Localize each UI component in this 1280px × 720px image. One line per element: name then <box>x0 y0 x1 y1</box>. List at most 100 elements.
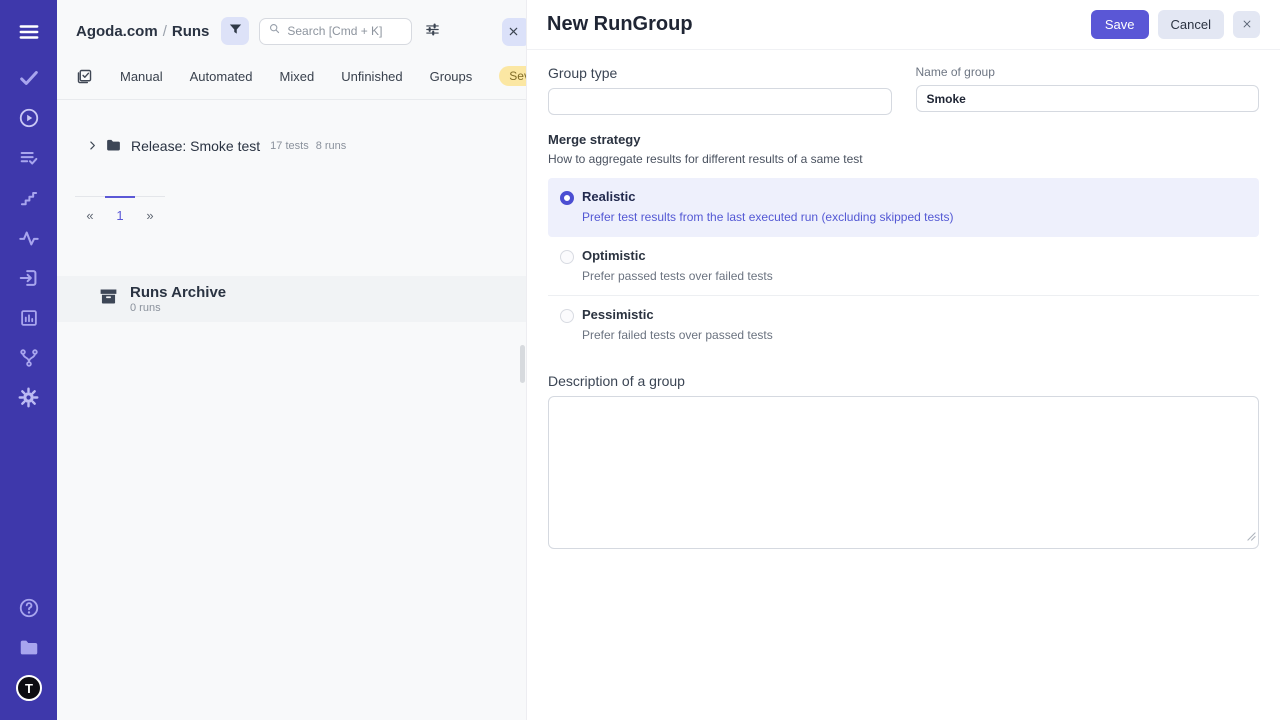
pagination: « 1 » <box>75 196 165 231</box>
sidebar-item-reports[interactable] <box>9 300 49 340</box>
merge-strategy-label: Merge strategy <box>548 132 1259 147</box>
option-optimistic[interactable]: Optimistic Prefer passed tests over fail… <box>548 237 1259 296</box>
help-button[interactable] <box>9 590 49 630</box>
severity-pill[interactable]: Severity <box>499 66 527 86</box>
breadcrumb-page: Runs <box>172 23 210 40</box>
sidebar-bottom: T <box>9 590 49 710</box>
sidebar-item-branches[interactable] <box>9 340 49 380</box>
archive-title: Runs Archive <box>130 284 226 301</box>
sidebar-item-settings[interactable] <box>9 380 49 420</box>
sidebar-item-runs[interactable] <box>9 100 49 140</box>
docs-button[interactable] <box>9 630 49 670</box>
merge-strategy-block: Merge strategy How to aggregate results … <box>548 132 1259 354</box>
run-group-tests-count: 17 tests <box>270 140 309 152</box>
option-realistic[interactable]: Realistic Prefer test results from the l… <box>548 178 1259 237</box>
folder-icon <box>18 637 40 664</box>
folder-icon <box>105 137 122 154</box>
sidebar-item-import[interactable] <box>9 260 49 300</box>
run-group-runs-count: 8 runs <box>316 140 347 152</box>
cancel-button[interactable]: Cancel <box>1158 10 1224 39</box>
play-circle-icon <box>18 107 40 134</box>
description-wrap <box>548 396 1259 549</box>
group-type-label: Group type <box>548 65 892 81</box>
description-label: Description of a group <box>548 373 1259 389</box>
tab-groups[interactable]: Groups <box>430 69 473 84</box>
filter-tabs: Manual Automated Mixed Unfinished Groups… <box>57 66 526 100</box>
chevron-right-icon[interactable] <box>87 140 98 151</box>
merge-strategy-hint: How to aggregate results for different r… <box>548 152 1259 166</box>
help-icon <box>18 597 40 624</box>
option-title: Optimistic <box>582 248 773 263</box>
pagination-prev[interactable]: « <box>75 196 105 231</box>
runs-panel-header: Agoda.com/Runs <box>57 0 526 45</box>
panel-collapse-button[interactable] <box>502 18 527 46</box>
radio-selected-icon[interactable] <box>560 191 574 205</box>
list-check-icon <box>18 147 40 174</box>
close-icon <box>508 25 519 40</box>
run-group-label: Release: Smoke test <box>131 138 260 154</box>
sidebar-item-plans[interactable] <box>9 140 49 180</box>
description-textarea[interactable] <box>548 396 1259 549</box>
sidebar-item-milestones[interactable] <box>9 180 49 220</box>
breadcrumb: Agoda.com/Runs <box>76 23 209 40</box>
close-panel-button[interactable] <box>1233 11 1260 38</box>
tab-manual[interactable]: Manual <box>120 69 163 84</box>
search-input[interactable] <box>287 24 403 38</box>
menu-button[interactable] <box>9 14 49 54</box>
option-description: Prefer test results from the last execut… <box>582 210 954 224</box>
search-box[interactable] <box>259 18 412 45</box>
report-icon <box>18 307 40 334</box>
tab-mixed[interactable]: Mixed <box>280 69 315 84</box>
name-of-group-label: Name of group <box>916 65 1260 79</box>
option-description: Prefer passed tests over failed tests <box>582 269 773 283</box>
sidebar-item-analytics[interactable] <box>9 220 49 260</box>
save-button[interactable]: Save <box>1091 10 1149 39</box>
radio-unselected-icon[interactable] <box>560 309 574 323</box>
steps-icon <box>19 188 39 213</box>
description-block: Description of a group <box>548 373 1259 549</box>
app-root: T Agoda.com/Runs Manual Au <box>0 0 1280 720</box>
close-icon <box>1242 17 1252 32</box>
option-title: Realistic <box>582 189 954 204</box>
archive-text: Runs Archive 0 runs <box>130 284 226 313</box>
option-title: Pessimistic <box>582 307 773 322</box>
user-avatar[interactable]: T <box>9 670 49 710</box>
filter-settings-button[interactable] <box>424 21 441 41</box>
option-description: Prefer failed tests over passed tests <box>582 328 773 342</box>
group-type-input[interactable] <box>548 88 892 115</box>
logo-avatar-icon: T <box>16 675 42 706</box>
archive-icon <box>98 286 119 312</box>
gear-icon <box>18 387 39 413</box>
runs-panel: Agoda.com/Runs Manual Automated Mixed Un… <box>57 0 527 720</box>
pulse-icon <box>18 227 40 254</box>
tab-unfinished[interactable]: Unfinished <box>341 69 402 84</box>
option-pessimistic[interactable]: Pessimistic Prefer failed tests over pas… <box>548 296 1259 354</box>
sign-in-icon <box>18 267 40 294</box>
pagination-next[interactable]: » <box>135 196 165 231</box>
sidebar-item-tests[interactable] <box>9 60 49 100</box>
branch-icon <box>18 347 40 374</box>
option-text: Pessimistic Prefer failed tests over pas… <box>582 307 773 342</box>
new-rungroup-header: New RunGroup Save Cancel <box>527 0 1280 50</box>
svg-text:T: T <box>25 681 33 696</box>
tab-automated[interactable]: Automated <box>190 69 253 84</box>
merge-strategy-options: Realistic Prefer test results from the l… <box>548 178 1259 354</box>
sliders-icon <box>424 21 441 41</box>
run-group-row[interactable]: Release: Smoke test 17 tests 8 runs <box>57 137 526 154</box>
breadcrumb-project[interactable]: Agoda.com <box>76 23 158 40</box>
menu-icon <box>18 21 40 48</box>
runs-archive-row[interactable]: Runs Archive 0 runs <box>57 276 526 322</box>
page-title: New RunGroup <box>547 13 693 36</box>
panel-scrollbar-thumb[interactable] <box>520 345 525 383</box>
sidebar: T <box>0 0 57 720</box>
search-icon <box>268 22 281 40</box>
funnel-icon <box>228 22 243 40</box>
name-of-group-input[interactable] <box>916 85 1260 112</box>
form-top-row: Group type Name of group <box>548 65 1259 115</box>
breadcrumb-separator: / <box>158 23 172 40</box>
radio-unselected-icon[interactable] <box>560 250 574 264</box>
select-all-button[interactable] <box>76 68 93 85</box>
pagination-page-1[interactable]: 1 <box>105 196 135 231</box>
option-text: Realistic Prefer test results from the l… <box>582 189 954 224</box>
filter-button[interactable] <box>221 17 249 45</box>
